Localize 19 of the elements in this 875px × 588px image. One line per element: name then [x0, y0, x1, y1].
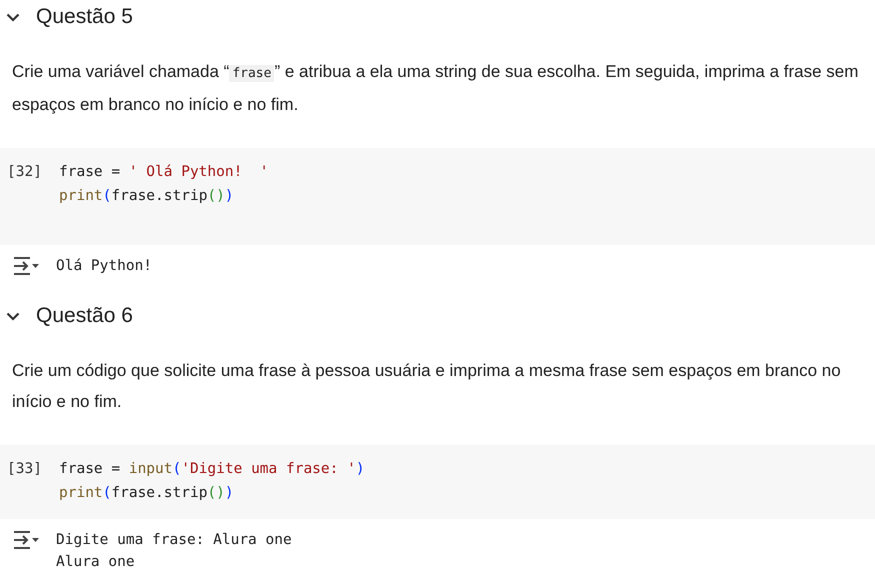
- output-text: Olá Python!: [56, 257, 152, 276]
- description-text: Crie uma variável chamada “ frase ” e atribua a ela uma string de sua escolha. Em seguida, imprima a frase sem espaços em branco no início e no fim.: [12, 61, 860, 116]
- code-line: print(frase.strip()): [59, 484, 235, 503]
- execution-count: [33]: [6, 460, 43, 479]
- code-cell[interactable]: [33] frase = input('Digite uma frase: ') print(frase.strip()): [0, 445, 875, 519]
- output-text: Digite uma frase: Alura one: [56, 531, 292, 550]
- output-text: Alura one: [56, 553, 136, 572]
- section-heading: Questão 5: [36, 5, 133, 29]
- description-text: Crie um código que solicite uma frase à pessoa usuária e imprima a mesma frase sem espaços em branco no início e no fim.: [12, 360, 842, 413]
- code-line: frase = input('Digite uma frase: '): [59, 460, 365, 479]
- chevron-icon[interactable]: [6, 12, 20, 22]
- output-toggle-icon[interactable]: [12, 529, 40, 551]
- code-line: print(frase.strip()): [59, 187, 235, 206]
- section-heading: Questão 6: [36, 304, 133, 328]
- execution-count: [32]: [6, 163, 43, 182]
- output-toggle-icon[interactable]: [12, 255, 40, 277]
- code-line: frase = ' Olá Python! ': [59, 163, 269, 182]
- code-cell[interactable]: [32] frase = ' Olá Python! ' print(frase.strip()): [0, 148, 875, 245]
- chevron-icon[interactable]: [6, 312, 20, 320]
